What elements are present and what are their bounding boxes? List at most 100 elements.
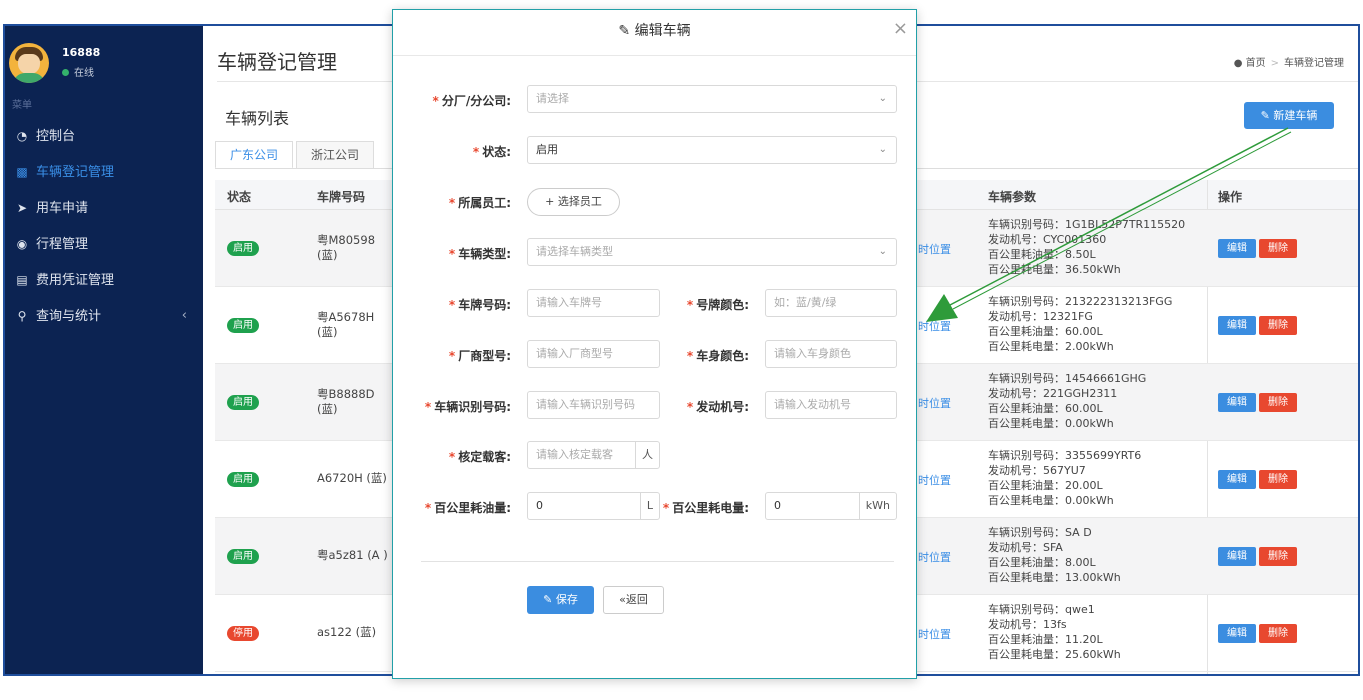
- dialog-title-text: 编辑车辆: [634, 23, 691, 39]
- chevron-down-icon: ⌄: [878, 246, 887, 257]
- vin-input[interactable]: 请输入车辆识别号码: [527, 391, 660, 419]
- param-power: 百公里耗电量：0.00kWh: [988, 417, 1114, 430]
- branch-placeholder: 请选择: [536, 92, 569, 105]
- location-link[interactable]: 时位置: [918, 626, 951, 642]
- back-label: 返回: [625, 593, 648, 606]
- delete-button[interactable]: 删除: [1259, 547, 1297, 566]
- plate-cell: 粤B8888D (蓝): [317, 387, 375, 416]
- status-select[interactable]: 启用 ⌄: [527, 136, 897, 164]
- plus-icon: +: [545, 195, 558, 208]
- sidebar-menu: ◔ 控制台 ▩ 车辆登记管理 ➤ 用车申请 ◉ 行程管理 ▤ 费用凭证管理 ⚲ 查询与统计 …: [5, 118, 203, 334]
- engine-label: * 发动机号:: [686, 400, 749, 414]
- location-link[interactable]: 时位置: [918, 395, 951, 411]
- branch-label: * 分厂/分公司:: [432, 94, 511, 108]
- engine-input[interactable]: 请输入发动机号: [765, 391, 897, 419]
- edit-icon: ✎: [618, 23, 635, 39]
- fuel-value: 0: [536, 499, 543, 512]
- dialog-header-divider: [393, 55, 916, 56]
- delete-button[interactable]: 删除: [1259, 239, 1297, 258]
- delete-button[interactable]: 删除: [1259, 393, 1297, 412]
- new-vehicle-button[interactable]: ✎ 新建车辆: [1244, 102, 1334, 129]
- delete-button[interactable]: 删除: [1259, 624, 1297, 643]
- location-link[interactable]: 时位置: [918, 472, 951, 488]
- plate-label: * 车牌号码:: [448, 298, 511, 312]
- vehicle-type-select[interactable]: 请选择车辆类型 ⌄: [527, 238, 897, 266]
- plate-cell: A6720H (蓝): [317, 471, 387, 485]
- sidebar-item-dashboard[interactable]: ◔ 控制台: [5, 118, 203, 154]
- row-actions: 编辑 删除: [1218, 624, 1300, 643]
- home-icon: ●: [1233, 58, 1243, 69]
- tab-zhejiang[interactable]: 浙江公司: [296, 141, 375, 169]
- tab-guangdong[interactable]: 广东公司: [215, 141, 294, 169]
- power-label: * 百公里耗电量:: [662, 501, 749, 515]
- chevron-down-icon: ⌄: [878, 144, 887, 155]
- save-button[interactable]: ✎ 保存: [527, 586, 594, 614]
- dashboard-icon: ◔: [16, 129, 28, 143]
- delete-button[interactable]: 删除: [1259, 470, 1297, 489]
- back-button[interactable]: «返回: [603, 586, 664, 614]
- fuel-input[interactable]: 0L: [527, 492, 660, 520]
- location-link[interactable]: 时位置: [918, 241, 951, 257]
- user-status-text: 在线: [74, 68, 94, 79]
- params-cell: 车辆识别号码：qwe1 发动机号：13fs 百公里耗油量：11.20L 百公里耗…: [988, 602, 1208, 662]
- param-fuel: 百公里耗油量：8.50L: [988, 248, 1096, 261]
- param-engine: 发动机号：CYC001360: [988, 233, 1107, 246]
- send-icon: ➤: [16, 201, 28, 215]
- status-badge: 停用: [227, 626, 259, 641]
- edit-button[interactable]: 编辑: [1218, 239, 1256, 258]
- sidebar-item-vehicle-registration[interactable]: ▩ 车辆登记管理: [5, 154, 203, 190]
- plate-color-input[interactable]: 如：蓝/黄/绿: [765, 289, 897, 317]
- list-title: 车辆列表: [225, 109, 290, 128]
- location-link[interactable]: 时位置: [918, 318, 951, 334]
- user-name: 16888: [62, 46, 101, 59]
- param-fuel: 百公里耗油量：11.20L: [988, 633, 1103, 646]
- new-vehicle-label: 新建车辆: [1273, 109, 1318, 122]
- edit-icon: ✎: [543, 593, 556, 606]
- avatar: [9, 43, 49, 83]
- power-input[interactable]: 0 kWh: [765, 492, 897, 520]
- status-value: 启用: [536, 143, 558, 156]
- body-color-input[interactable]: 请输入车身颜色: [765, 340, 897, 368]
- search-icon: ⚲: [17, 309, 27, 323]
- params-cell: 车辆识别号码：SA D 发动机号：SFA 百公里耗油量：8.00L 百公里耗电量…: [988, 525, 1208, 585]
- plate-input[interactable]: 请输入车牌号: [527, 289, 660, 317]
- breadcrumb-home[interactable]: 首页: [1246, 58, 1266, 69]
- sidebar-item-trip-management[interactable]: ◉ 行程管理: [5, 226, 203, 262]
- staff-label: * 所属员工:: [448, 196, 511, 210]
- sidebar-item-query-statistics[interactable]: ⚲ 查询与统计 ‹: [5, 298, 203, 334]
- param-power: 百公里耗电量：36.50kWh: [988, 263, 1121, 276]
- param-fuel: 百公里耗油量：20.00L: [988, 479, 1103, 492]
- select-staff-button[interactable]: + 选择员工: [527, 188, 620, 216]
- sidebar-item-vehicle-request[interactable]: ➤ 用车申请: [5, 190, 203, 226]
- branch-select[interactable]: 请选择 ⌄: [527, 85, 897, 113]
- edit-button[interactable]: 编辑: [1218, 624, 1256, 643]
- edit-vehicle-dialog: ✎ 编辑车辆 × * 分厂/分公司: 请选择 ⌄ * 状态: 启用 ⌄ * 所属员工: +…: [392, 9, 917, 679]
- sidebar-item-expense-voucher[interactable]: ▤ 费用凭证管理: [5, 262, 203, 298]
- edit-icon: ✎: [1260, 109, 1274, 122]
- status-badge: 启用: [227, 395, 259, 410]
- column-header-plate: 车牌号码: [317, 190, 366, 204]
- binoculars-icon: ◉: [16, 237, 28, 251]
- vehicle-type-label: * 车辆类型:: [448, 247, 511, 261]
- edit-button[interactable]: 编辑: [1218, 393, 1256, 412]
- param-vin: 车辆识别号码：3355699YRT6: [988, 449, 1142, 462]
- model-input[interactable]: 请输入厂商型号: [527, 340, 660, 368]
- plate-cell: as122 (蓝): [317, 625, 377, 639]
- double-chevron-left-icon: «: [619, 593, 626, 606]
- edit-button[interactable]: 编辑: [1218, 547, 1256, 566]
- location-link[interactable]: 时位置: [918, 549, 951, 565]
- edit-button[interactable]: 编辑: [1218, 316, 1256, 335]
- dialog-footer-divider: [421, 561, 894, 562]
- column-header-status: 状态: [227, 190, 252, 204]
- close-icon[interactable]: ×: [893, 18, 908, 39]
- status-badge: 启用: [227, 472, 259, 487]
- edit-button[interactable]: 编辑: [1218, 470, 1256, 489]
- seats-input[interactable]: 请输入核定载客 人: [527, 441, 660, 469]
- body-color-label: * 车身颜色:: [686, 349, 749, 363]
- status-badge: 启用: [227, 549, 259, 564]
- delete-button[interactable]: 删除: [1259, 316, 1297, 335]
- dialog-title: ✎ 编辑车辆: [393, 20, 916, 40]
- param-engine: 发动机号：567YU7: [988, 464, 1086, 477]
- param-vin: 车辆识别号码：14546661GHG: [988, 372, 1147, 385]
- param-fuel: 百公里耗油量：60.00L: [988, 325, 1103, 338]
